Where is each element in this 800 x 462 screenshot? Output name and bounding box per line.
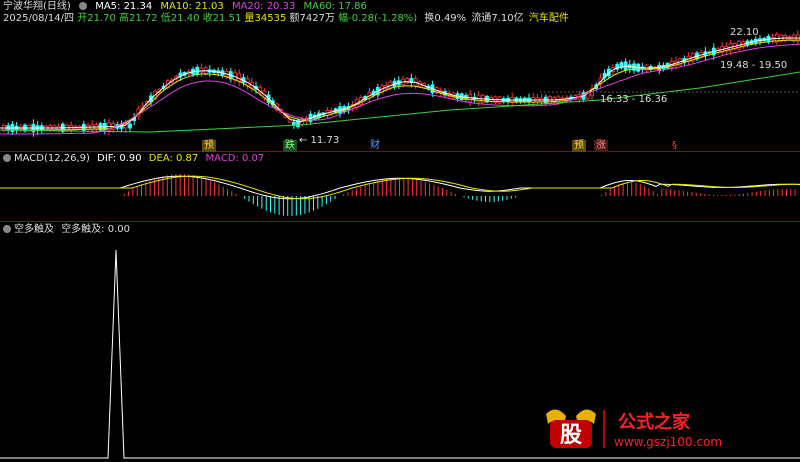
low-price-label: ← 11.73 bbox=[299, 135, 340, 146]
moving-average-lines bbox=[0, 37, 800, 135]
indicator-header: 空多触及 空多触及: 0.00 bbox=[3, 224, 130, 236]
event-tag-forecast[interactable]: 预 bbox=[202, 140, 216, 152]
event-tag-rise[interactable]: 涨 bbox=[594, 140, 608, 152]
event-tag-section[interactable]: § bbox=[670, 140, 679, 152]
macd-header: MACD(12,26,9) DIF: 0.90 DEA: 0.87 MACD: … bbox=[3, 153, 264, 165]
event-tag-drop[interactable]: 跌 bbox=[283, 140, 297, 152]
high-price-label: 22.10 bbox=[730, 27, 759, 38]
watermark-logo-icon: 股 公式之家 www.gszj100.com bbox=[546, 409, 722, 449]
macd-title: MACD(12,26,9) bbox=[14, 153, 90, 164]
watermark-url: www.gszj100.com bbox=[614, 435, 722, 449]
event-tag-forecast-2[interactable]: 预 bbox=[572, 140, 586, 152]
macd-dea: DEA: 0.87 bbox=[148, 153, 199, 164]
indicator-value: 空多触及: 0.00 bbox=[61, 224, 131, 235]
panel-divider-macd bbox=[0, 221, 800, 222]
candlestick-series bbox=[2, 30, 800, 137]
indicator-title: 空多触及 bbox=[14, 224, 54, 235]
range-label-1: 19.48 - 19.50 bbox=[720, 60, 788, 71]
watermark: 股 公式之家 www.gszj100.com bbox=[536, 404, 776, 458]
panel-divider-price bbox=[0, 151, 800, 152]
range-label-2: 16.33 - 16.36 bbox=[600, 94, 668, 105]
watermark-name: 公式之家 bbox=[618, 411, 691, 433]
event-tag-finance[interactable]: 财 bbox=[368, 140, 382, 152]
settings-icon[interactable] bbox=[3, 225, 11, 233]
macd-dif: DIF: 0.90 bbox=[97, 153, 142, 164]
macd-value: MACD: 0.07 bbox=[205, 153, 265, 164]
watermark-logo-text: 股 bbox=[560, 423, 582, 448]
settings-icon[interactable] bbox=[3, 154, 11, 162]
